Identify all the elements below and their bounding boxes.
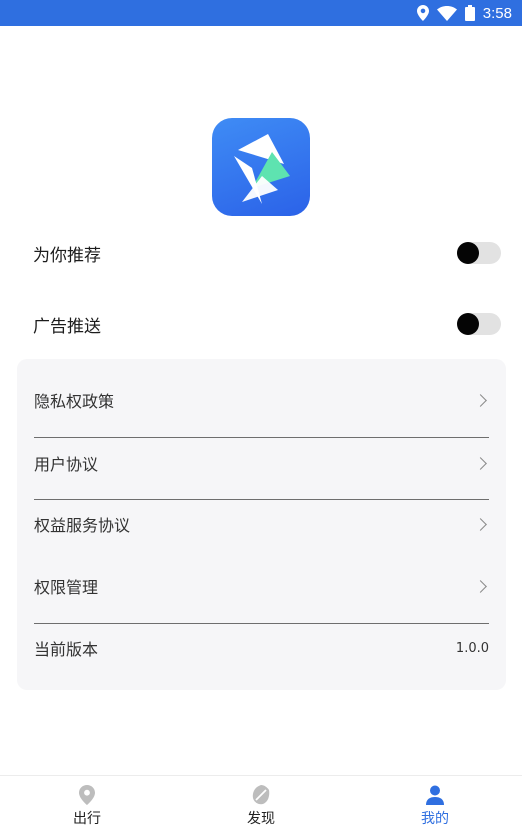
discover-leaf-icon bbox=[252, 785, 270, 805]
recommend-label: 为你推荐 bbox=[33, 245, 101, 266]
menu-item-benefit-agreement[interactable]: 权益服务协议 bbox=[34, 493, 489, 555]
map-pin-icon bbox=[79, 785, 95, 805]
menu-item-label: 权益服务协议 bbox=[34, 516, 131, 535]
tab-label: 我的 bbox=[421, 811, 449, 827]
tab-travel[interactable]: 出行 bbox=[0, 776, 174, 837]
app-logo-icon bbox=[212, 118, 310, 216]
tab-label: 出行 bbox=[73, 811, 101, 827]
chevron-right-icon bbox=[474, 517, 487, 531]
menu-item-label: 权限管理 bbox=[34, 578, 99, 597]
ads-setting-row: 广告推送 bbox=[0, 296, 522, 352]
tab-discover[interactable]: 发现 bbox=[174, 776, 348, 837]
menu-item-label: 用户协议 bbox=[34, 455, 99, 474]
ads-toggle[interactable] bbox=[457, 313, 501, 335]
menu-item-permission-management[interactable]: 权限管理 bbox=[34, 555, 489, 617]
bottom-tab-bar: 出行 发现 我的 bbox=[0, 775, 522, 837]
status-time: 3:58 bbox=[482, 4, 512, 22]
recommend-setting-row: 为你推荐 bbox=[0, 225, 522, 281]
version-row: 当前版本 1.0.0 bbox=[34, 617, 489, 679]
tab-mine[interactable]: 我的 bbox=[348, 776, 522, 837]
toggle-knob bbox=[457, 242, 479, 264]
chevron-right-icon bbox=[474, 579, 487, 593]
chevron-right-icon bbox=[474, 393, 487, 407]
toggle-knob bbox=[457, 313, 479, 335]
menu-item-user-agreement[interactable]: 用户协议 bbox=[34, 432, 489, 494]
menu-item-label: 隐私权政策 bbox=[34, 392, 115, 411]
location-icon bbox=[416, 5, 429, 21]
menu-item-privacy-policy[interactable]: 隐私权政策 bbox=[34, 369, 489, 431]
version-label: 当前版本 bbox=[34, 640, 99, 659]
person-icon bbox=[426, 785, 444, 805]
tab-label: 发现 bbox=[247, 811, 275, 827]
recommend-toggle[interactable] bbox=[457, 242, 501, 264]
status-bar: 3:58 bbox=[0, 0, 522, 26]
menu-card: 隐私权政策 用户协议 权益服务协议 权限管理 当前版本 1.0.0 bbox=[17, 359, 506, 690]
chevron-right-icon bbox=[474, 456, 487, 470]
version-value: 1.0.0 bbox=[455, 640, 489, 656]
battery-icon bbox=[464, 5, 475, 21]
ads-label: 广告推送 bbox=[33, 316, 101, 337]
wifi-icon bbox=[436, 5, 457, 21]
